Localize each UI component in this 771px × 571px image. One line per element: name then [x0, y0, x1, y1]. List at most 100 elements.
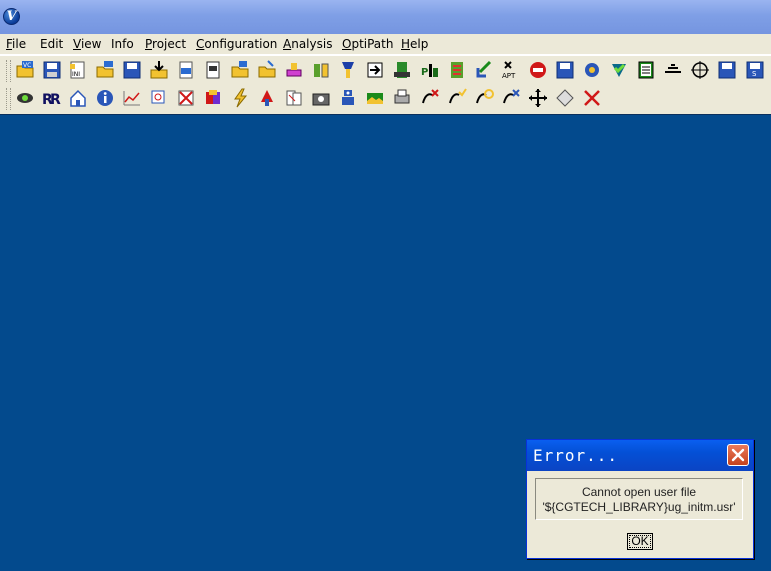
toolbar-button-check[interactable] [609, 60, 629, 80]
collision-refresh-icon [476, 89, 494, 104]
menu-configuration[interactable]: Configuration [196, 37, 277, 51]
toolbar-button-camera[interactable] [311, 88, 331, 108]
toolbar-button-tool[interactable] [338, 60, 358, 80]
toolbar-button-report[interactable] [636, 60, 656, 80]
target-icon [691, 61, 709, 79]
open-nc-icon [179, 61, 193, 79]
menu-analysis[interactable]: Analysis [283, 37, 332, 51]
toolbar-button-insert[interactable] [365, 60, 385, 80]
menu-view[interactable]: View [73, 37, 101, 51]
toolbar-button-gcode[interactable] [447, 60, 467, 80]
toolbar-button-collision-check[interactable] [447, 88, 467, 108]
menu-project[interactable]: Project [145, 37, 186, 51]
view-icon [17, 93, 33, 103]
save-vc-icon [43, 61, 61, 79]
toolbar-button-save-s[interactable]: S [745, 60, 765, 80]
open-folder-m-icon [231, 61, 249, 78]
toolbar-button-target[interactable] [690, 60, 710, 80]
toolbar-button-nc-file[interactable] [203, 60, 223, 80]
toolbar-button-apt[interactable]: APT [501, 60, 521, 80]
window-title-bar[interactable]: V [0, 0, 771, 34]
image-icon [367, 93, 383, 104]
zoom-icon [151, 90, 165, 104]
toolbar-button-open-ip[interactable] [95, 60, 115, 80]
toolbar-button-reset[interactable]: RR [42, 88, 62, 108]
print-icon [394, 89, 410, 104]
toolbar-button-view[interactable] [15, 88, 35, 108]
toolbar-button-color-cube[interactable] [203, 88, 223, 108]
color-cube-icon [206, 90, 220, 104]
toolbar-button-info[interactable] [95, 88, 115, 108]
menu-bar: File Edit View Info Project Configuratio… [0, 34, 771, 55]
toolbar-button-open-vc[interactable]: VC [15, 60, 35, 80]
tool-icon [342, 62, 354, 78]
toolbar-button-delete-image[interactable] [176, 88, 196, 108]
toolbar-button-close-red-x[interactable] [582, 88, 602, 108]
toolbar-button-save-vc2[interactable] [717, 60, 737, 80]
toolbar-button-open-nc[interactable] [176, 60, 196, 80]
save-disk-icon [556, 61, 574, 79]
toolbar-button-open-ini[interactable]: INI [68, 60, 88, 80]
open-folder-s-icon [258, 60, 276, 78]
toolbar-button-chart[interactable] [122, 88, 142, 108]
toolbar-button-print[interactable] [392, 88, 412, 108]
menu-edit[interactable]: Edit [40, 37, 63, 51]
menu-help[interactable]: Help [401, 37, 428, 51]
toolbar-button-home[interactable] [68, 88, 88, 108]
toolbar-button-open-folder-m[interactable] [230, 60, 250, 80]
dialog-title-bar[interactable]: Error... [527, 440, 753, 471]
toolbar-grip[interactable] [6, 88, 11, 110]
toolbar-button-collision-refresh[interactable] [474, 88, 494, 108]
toolbar-button-collision-settings[interactable] [501, 88, 521, 108]
toolbar-button-options[interactable] [582, 60, 602, 80]
svg-text:P: P [421, 67, 428, 78]
svg-text:S: S [752, 70, 757, 78]
toolbar-button-stop[interactable] [528, 60, 548, 80]
toolbar-grip[interactable] [6, 60, 11, 82]
camera-icon [312, 93, 330, 106]
toolbar-button-open-folder-s[interactable] [257, 60, 277, 80]
stop-icon [530, 62, 546, 78]
toolbar-button-diamond[interactable] [555, 88, 575, 108]
toolbar-button-save-disk[interactable] [555, 60, 575, 80]
apt-icon: APT [502, 61, 516, 80]
svg-text:R: R [50, 92, 61, 108]
toolbar-button-pages[interactable] [284, 88, 304, 108]
toolbar-button-import[interactable] [149, 60, 169, 80]
toolbar-button-lightning[interactable] [230, 88, 250, 108]
dialog-message: Cannot open user file '${CGTECH_LIBRARY}… [535, 478, 743, 520]
cutter-icon [261, 90, 273, 106]
robot-icon [342, 90, 354, 105]
menu-optipath[interactable]: OptiPath [342, 37, 393, 51]
lightning-icon [234, 88, 248, 108]
close-icon [731, 448, 745, 462]
toolbar-button-arrow-in[interactable] [474, 60, 494, 80]
delete-image-icon [178, 90, 194, 106]
toolbar-button-zoom[interactable] [149, 88, 169, 108]
diamond-icon [556, 89, 574, 107]
toolbar-button-save-ip[interactable] [122, 60, 142, 80]
toolbar-button-robot[interactable] [338, 88, 358, 108]
toolbar-button-cutter[interactable] [257, 88, 277, 108]
toolbar-button-move[interactable] [528, 88, 548, 108]
toolbar-button-machine[interactable] [392, 60, 412, 80]
toolbar-button-image[interactable] [365, 88, 385, 108]
menu-file[interactable]: File [6, 37, 26, 51]
insert-icon [367, 62, 383, 78]
collision-x-icon [422, 89, 439, 104]
toolbar-button-stock[interactable] [284, 60, 304, 80]
ok-button[interactable]: OK [627, 533, 653, 550]
open-vc-icon: VC [16, 61, 34, 78]
save-vc2-icon [718, 61, 736, 79]
toolbar-button-collision-x[interactable] [420, 88, 440, 108]
chart-icon [123, 91, 140, 106]
plc-icon: P [421, 64, 438, 78]
dialog-message-line-1: Cannot open user file [581, 485, 697, 499]
toolbar-button-plc[interactable]: P [420, 60, 440, 80]
reset-icon: RR [42, 92, 61, 108]
toolbar-button-fixture[interactable] [311, 60, 331, 80]
toolbar-button-table[interactable] [663, 60, 683, 80]
dialog-close-button[interactable] [727, 444, 749, 466]
menu-info[interactable]: Info [111, 37, 134, 51]
toolbar-button-save-vc[interactable] [42, 60, 62, 80]
